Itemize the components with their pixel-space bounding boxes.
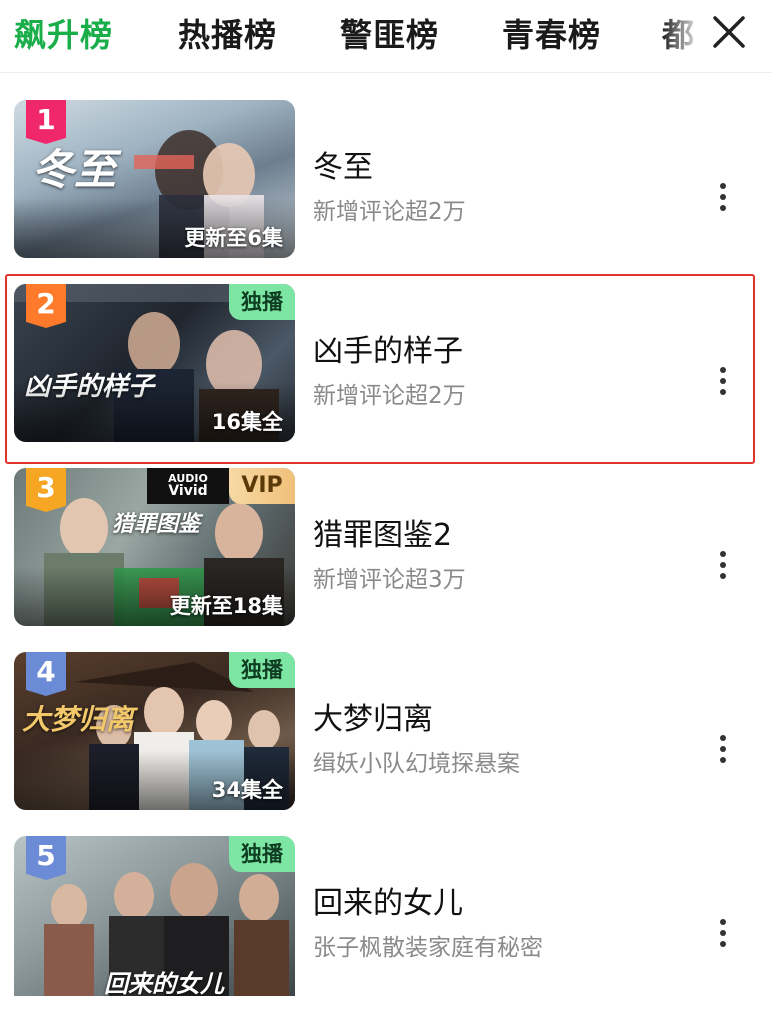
rank-badge: 1 bbox=[26, 100, 66, 144]
item-info: 大梦归离 缉妖小队幻境探悬案 bbox=[313, 694, 693, 778]
more-options-icon[interactable] bbox=[711, 550, 735, 580]
item-info: 凶手的样子 新增评论超2万 bbox=[313, 326, 693, 410]
tab-soaring[interactable]: 飙升榜 bbox=[14, 10, 113, 56]
poster-logo: 猎罪图鉴 bbox=[112, 511, 201, 537]
list-item[interactable]: 大梦归离 4 独播 34集全 大梦归离 缉妖小队幻境探悬案 bbox=[0, 652, 771, 836]
tab-hot[interactable]: 热播榜 bbox=[178, 10, 277, 56]
item-title[interactable]: 凶手的样子 bbox=[313, 326, 693, 370]
exclusive-badge: 独播 bbox=[229, 652, 295, 688]
item-subtitle: 新增评论超2万 bbox=[313, 199, 466, 225]
episode-status: 更新至6集 bbox=[184, 226, 283, 250]
poster-thumbnail[interactable]: 猎罪图鉴 3 AUDIO Vivid VIP 更新至18集 bbox=[14, 468, 295, 626]
audio-vivid-badge: AUDIO Vivid bbox=[147, 468, 229, 504]
episode-status: 16集全 bbox=[211, 410, 283, 434]
audio-badge-bottom: Vivid bbox=[168, 483, 208, 499]
ranking-tab-bar: 飙升榜 热播榜 警匪榜 青春榜 都 bbox=[0, 0, 771, 73]
item-subtitle: 缉妖小队幻境探悬案 bbox=[313, 751, 520, 777]
item-title[interactable]: 大梦归离 bbox=[313, 694, 693, 738]
rank-badge: 2 bbox=[26, 284, 66, 328]
item-info: 猎罪图鉴2 新增评论超3万 bbox=[313, 510, 693, 594]
poster-logo: 冬至 bbox=[32, 145, 117, 194]
list-item[interactable]: 凶手的样子 2 独播 16集全 凶手的样子 新增评论超2万 bbox=[0, 274, 771, 468]
list-item[interactable]: 冬至 1 更新至6集 冬至 新增评论超2万 bbox=[0, 100, 771, 284]
exclusive-badge: 独播 bbox=[229, 284, 295, 320]
poster-thumbnail[interactable]: 冬至 1 更新至6集 bbox=[14, 100, 295, 258]
exclusive-badge: 独播 bbox=[229, 836, 295, 872]
item-info: 回来的女儿 张子枫散装家庭有秘密 bbox=[313, 878, 693, 962]
rank-badge: 3 bbox=[26, 468, 66, 512]
episode-status: 更新至18集 bbox=[169, 594, 283, 618]
poster-thumbnail[interactable]: 回来的女儿 5 独播 bbox=[14, 836, 295, 996]
more-options-icon[interactable] bbox=[711, 366, 735, 396]
poster-thumbnail[interactable]: 凶手的样子 2 独播 16集全 bbox=[14, 284, 295, 442]
close-icon[interactable] bbox=[709, 12, 749, 52]
poster-logo: 回来的女儿 bbox=[104, 969, 224, 996]
more-options-icon[interactable] bbox=[711, 182, 735, 212]
item-subtitle: 新增评论超3万 bbox=[313, 567, 466, 593]
poster-thumbnail[interactable]: 大梦归离 4 独播 34集全 bbox=[14, 652, 295, 810]
vip-badge: VIP bbox=[229, 468, 295, 504]
item-info: 冬至 新增评论超2万 bbox=[313, 142, 693, 226]
item-title[interactable]: 冬至 bbox=[313, 142, 693, 186]
rank-badge: 5 bbox=[26, 836, 66, 880]
poster-logo: 大梦归离 bbox=[22, 703, 135, 736]
tab-police[interactable]: 警匪榜 bbox=[340, 10, 439, 56]
episode-status: 34集全 bbox=[211, 778, 283, 802]
item-title[interactable]: 猎罪图鉴2 bbox=[313, 510, 693, 554]
list-item[interactable]: 猎罪图鉴 3 AUDIO Vivid VIP 更新至18集 猎罪图鉴2 新增评论… bbox=[0, 468, 771, 652]
item-subtitle: 张子枫散装家庭有秘密 bbox=[313, 935, 543, 961]
rank-badge: 4 bbox=[26, 652, 66, 696]
tab-youth[interactable]: 青春榜 bbox=[502, 10, 601, 56]
more-options-icon[interactable] bbox=[711, 918, 735, 948]
item-subtitle: 新增评论超2万 bbox=[313, 383, 466, 409]
list-item[interactable]: 回来的女儿 5 独播 回来的女儿 张子枫散装家庭有秘密 bbox=[0, 836, 771, 1020]
more-options-icon[interactable] bbox=[711, 734, 735, 764]
item-title[interactable]: 回来的女儿 bbox=[313, 878, 693, 922]
